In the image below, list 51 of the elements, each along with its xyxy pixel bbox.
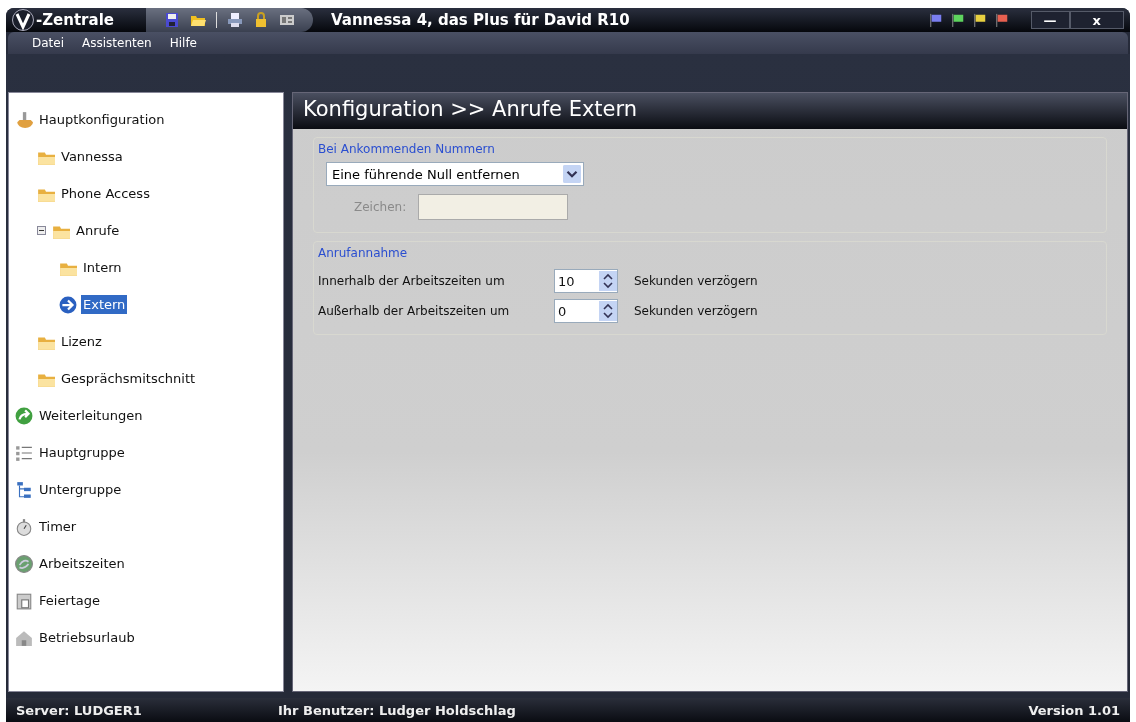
tree-item[interactable]: Hauptkonfiguration	[37, 110, 167, 129]
logo-icon	[12, 9, 34, 31]
panel-title: Konfiguration >> Anrufe Extern	[293, 93, 1127, 129]
version-label: Version 1.01	[1028, 702, 1120, 718]
close-button[interactable]: x	[1069, 11, 1124, 29]
tree-item[interactable]: Weiterleitungen	[37, 406, 145, 425]
tree-item[interactable]: Hauptgruppe	[37, 443, 127, 462]
tree-item[interactable]: Anrufe	[74, 221, 122, 240]
unit-label: Sekunden verzögern	[634, 274, 758, 288]
caret-icon	[563, 165, 581, 183]
group-title: Anrufannahme	[318, 246, 409, 260]
field-label: Zeichen:	[354, 200, 407, 214]
tree-item[interactable]: Extern	[81, 295, 128, 314]
field-label: Außerhalb der Arbeitszeiten um	[318, 304, 511, 318]
tree-item[interactable]: Untergruppe	[37, 480, 124, 499]
list-icon	[15, 443, 33, 462]
padlock-icon[interactable]	[253, 12, 269, 28]
menu-item[interactable]: Assistenten	[82, 36, 152, 50]
printer-icon[interactable]	[227, 12, 243, 28]
tree-item[interactable]: Phone Access	[59, 184, 152, 203]
number-spinner[interactable]: 10	[554, 269, 618, 293]
tree-item[interactable]: Lizenz	[59, 332, 104, 351]
tree-icon	[15, 480, 33, 499]
id-card-icon[interactable]	[279, 12, 295, 28]
menu-item[interactable]: Datei	[32, 36, 64, 50]
user-name: Ihr Benutzer: Ludger Holdschlag	[278, 702, 517, 718]
tree-item[interactable]: Intern	[81, 258, 124, 277]
flag-icon[interactable]	[928, 13, 943, 27]
arrow-icon	[59, 295, 77, 314]
group-title: Bei Ankommenden Nummern	[318, 142, 496, 156]
tree-item[interactable]: Betriebsurlaub	[37, 628, 137, 647]
number-spinner[interactable]: 0	[554, 299, 618, 323]
dropdown[interactable]: Eine führende Null entfernen	[326, 162, 584, 186]
tree-item[interactable]: Timer	[37, 517, 79, 536]
stopwatch-icon	[15, 517, 33, 536]
tree-item[interactable]: Gesprächsmitschnitt	[59, 369, 198, 388]
flag-icon[interactable]	[994, 13, 1009, 27]
server-name: Server: LUDGER1	[16, 702, 143, 718]
menu-item[interactable]: Hilfe	[169, 36, 197, 50]
tree-item[interactable]: Feiertage	[37, 591, 103, 610]
tree-item[interactable]: Vannessa	[59, 147, 125, 166]
minimize-button[interactable]: —	[1030, 11, 1070, 29]
app-name: -Zentrale	[36, 11, 115, 29]
flag-icon[interactable]	[950, 13, 965, 27]
flag-icon[interactable]	[972, 13, 987, 27]
field-label: Innerhalb der Arbeitszeiten um	[318, 274, 506, 288]
tree-item[interactable]: Arbeitszeiten	[37, 554, 127, 573]
globe-icon	[15, 554, 33, 573]
unit-label: Sekunden verzögern	[634, 304, 758, 318]
window-title: Vannessa 4, das Plus für David R10	[331, 11, 631, 29]
collapse-icon[interactable]	[37, 226, 46, 235]
